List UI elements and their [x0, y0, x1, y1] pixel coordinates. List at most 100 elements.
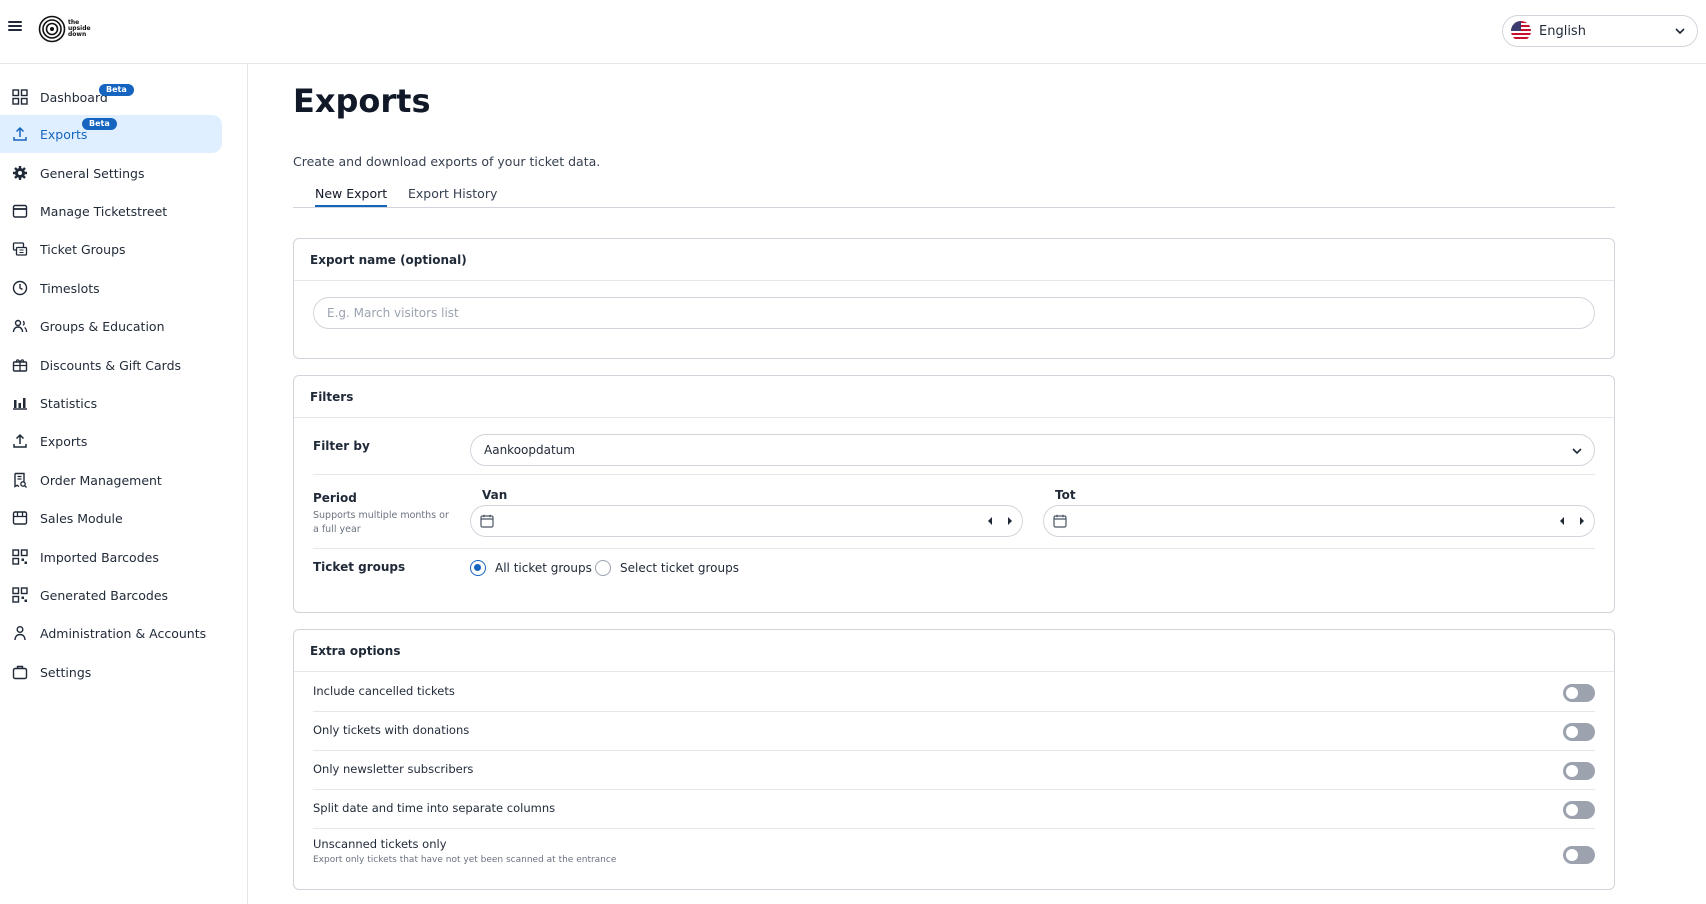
sidebar-item-ticket-groups[interactable]: Ticket Groups: [0, 230, 222, 268]
export-name-input[interactable]: [313, 297, 1595, 329]
sidebar-item-label: Discounts & Gift Cards: [40, 357, 182, 373]
sidebar-item-label: Groups & Education: [40, 318, 165, 334]
sidebar-item-label: Ticket Groups: [40, 241, 126, 257]
ticket-groups-label: Ticket groups: [313, 560, 406, 574]
extra-options-heading: Extra options: [294, 630, 1614, 672]
logo[interactable]: the upside down: [38, 14, 91, 44]
beta-badge: Beta: [82, 118, 117, 130]
tab-new-export[interactable]: New Export: [315, 186, 388, 207]
logo-spiral-icon: [38, 15, 66, 43]
to-date-label: Tot: [1055, 488, 1076, 502]
sidebar-item-exports-beta[interactable]: Exports Beta: [0, 115, 222, 153]
from-date-input[interactable]: [470, 505, 1023, 537]
sidebar-item-label: Exports: [40, 126, 88, 142]
hamburger-menu-icon[interactable]: [8, 19, 22, 33]
calendar-icon: [1053, 514, 1067, 528]
option-label: Split date and time into separate column…: [313, 801, 556, 815]
ticket-icon: [12, 241, 28, 257]
divider: [313, 548, 1595, 549]
include-cancelled-toggle[interactable]: [1563, 684, 1595, 702]
radio-label: All ticket groups: [495, 561, 592, 575]
bar-chart-icon: [12, 395, 28, 411]
period-label: Period: [313, 491, 357, 505]
from-date-label: Van: [482, 488, 508, 502]
option-label: Unscanned tickets only: [313, 837, 447, 851]
option-row: Include cancelled tickets: [313, 673, 1595, 712]
option-hint: Export only tickets that have not yet be…: [313, 855, 617, 865]
all-ticket-groups-radio[interactable]: All ticket groups: [470, 560, 592, 576]
next-month-arrow-icon[interactable]: [1576, 515, 1588, 527]
tab-export-history[interactable]: Export History: [408, 186, 497, 205]
sidebar-item-dashboard[interactable]: Dashboard Beta: [0, 78, 222, 116]
filters-heading: Filters: [294, 376, 1614, 418]
option-row: Only tickets with donations: [313, 712, 1595, 751]
radio-label: Select ticket groups: [620, 561, 739, 575]
select-ticket-groups-radio[interactable]: Select ticket groups: [595, 560, 739, 576]
divider: [313, 474, 1595, 475]
sidebar-item-sales-module[interactable]: Sales Module: [0, 499, 222, 537]
option-row: Unscanned tickets only Export only ticke…: [313, 829, 1595, 885]
us-flag-icon: [1511, 21, 1531, 41]
calendar-icon: [12, 203, 28, 219]
previous-month-arrow-icon[interactable]: [1556, 515, 1568, 527]
sidebar-item-label: Generated Barcodes: [40, 587, 169, 603]
sidebar-item-generated-barcodes[interactable]: Generated Barcodes: [0, 576, 222, 614]
sidebar-item-discounts-gift-cards[interactable]: Discounts & Gift Cards: [0, 346, 222, 384]
newsletter-subscribers-toggle[interactable]: [1563, 762, 1595, 780]
donations-only-toggle[interactable]: [1563, 723, 1595, 741]
split-date-time-toggle[interactable]: [1563, 801, 1595, 819]
unscanned-only-toggle[interactable]: [1563, 846, 1595, 864]
filters-card: Filters Filter by Aankoopdatum Period Su…: [293, 375, 1615, 613]
sidebar-item-administration-accounts[interactable]: Administration & Accounts: [0, 614, 222, 652]
sidebar-item-exports[interactable]: Exports: [0, 422, 222, 460]
sidebar-item-label: Imported Barcodes: [40, 549, 159, 565]
receipt-icon: [12, 472, 28, 488]
gift-icon: [12, 357, 28, 373]
users-icon: [12, 318, 28, 334]
filter-by-value: Aankoopdatum: [484, 443, 575, 457]
sidebar-item-label: Administration & Accounts: [40, 625, 207, 641]
filter-by-label: Filter by: [313, 439, 370, 453]
store-icon: [12, 510, 28, 526]
sidebar-item-groups-education[interactable]: Groups & Education: [0, 307, 222, 345]
filter-by-select[interactable]: Aankoopdatum: [470, 434, 1595, 466]
qr-code-icon: [12, 587, 28, 603]
sidebar-item-label: Statistics: [40, 395, 98, 411]
sidebar-item-general-settings[interactable]: General Settings: [0, 154, 222, 192]
previous-month-arrow-icon[interactable]: [984, 515, 996, 527]
person-icon: [12, 625, 28, 641]
upload-icon: [12, 126, 28, 142]
upload-icon: [12, 433, 28, 449]
tab-bar: New Export Export History: [293, 178, 1615, 208]
option-label: Only newsletter subscribers: [313, 762, 474, 776]
sidebar-item-manage-ticketstreet[interactable]: Manage Ticketstreet: [0, 192, 222, 230]
sidebar-item-settings[interactable]: Settings: [0, 653, 222, 691]
sidebar-item-imported-barcodes[interactable]: Imported Barcodes: [0, 538, 222, 576]
language-selector[interactable]: English: [1502, 15, 1698, 47]
logo-text: the upside down: [68, 19, 91, 38]
clock-icon: [12, 280, 28, 296]
chevron-down-icon: [1675, 28, 1685, 35]
page-description: Create and download exports of your tick…: [293, 154, 601, 169]
export-name-card: Export name (optional): [293, 238, 1615, 359]
period-hint: Supports multiple months or a full year: [313, 510, 449, 535]
sidebar-item-order-management[interactable]: Order Management: [0, 461, 222, 499]
grid-icon: [12, 89, 28, 105]
option-label: Only tickets with donations: [313, 723, 470, 737]
gear-icon: [12, 165, 28, 181]
next-month-arrow-icon[interactable]: [1004, 515, 1016, 527]
top-bar: the upside down English: [0, 0, 1706, 64]
sidebar-item-statistics[interactable]: Statistics: [0, 384, 222, 422]
option-row: Split date and time into separate column…: [313, 790, 1595, 829]
sidebar-item-timeslots[interactable]: Timeslots: [0, 269, 222, 307]
sidebar-item-label: Dashboard: [40, 89, 108, 105]
chevron-down-icon: [1572, 448, 1582, 455]
radio-checked-icon: [470, 560, 486, 576]
language-label: English: [1539, 23, 1586, 39]
sidebar-item-label: Sales Module: [40, 510, 123, 526]
option-row: Only newsletter subscribers: [313, 751, 1595, 790]
option-label: Include cancelled tickets: [313, 684, 455, 698]
radio-unchecked-icon: [595, 560, 611, 576]
to-date-input[interactable]: [1043, 505, 1595, 537]
sidebar-item-label: Timeslots: [40, 280, 100, 296]
